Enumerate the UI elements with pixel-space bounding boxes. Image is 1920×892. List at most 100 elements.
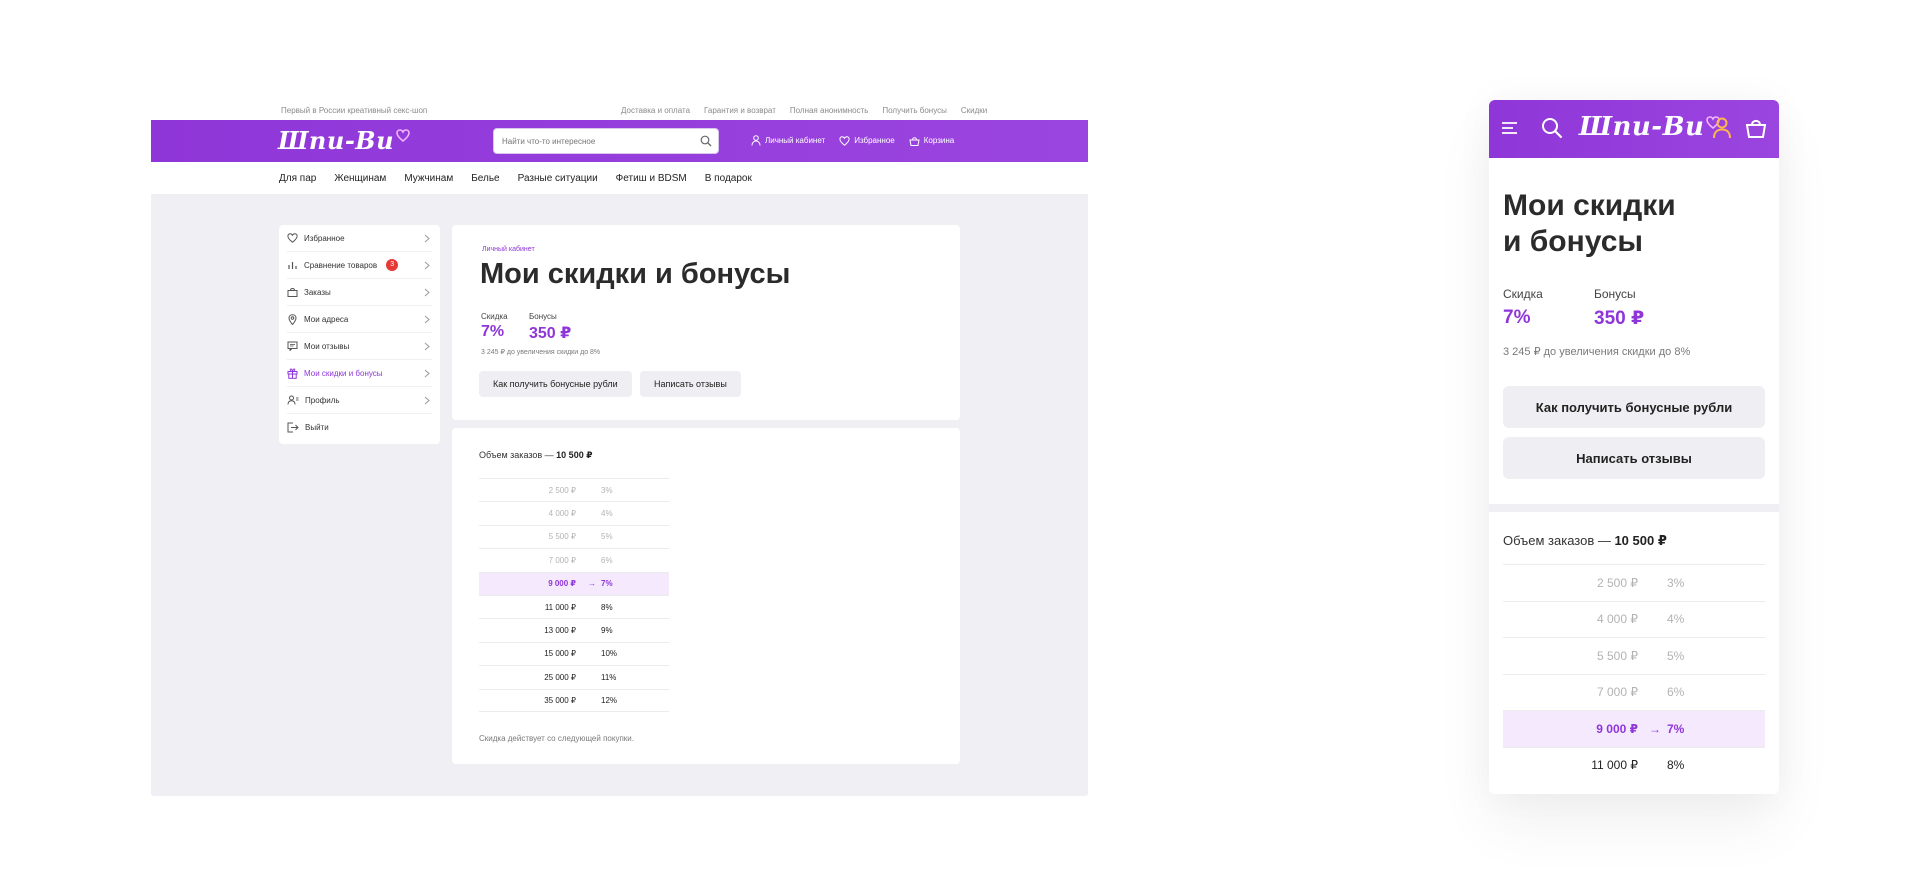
- tier-amount: 25 000 ₽: [544, 672, 576, 682]
- account-link[interactable]: Личный кабинет: [751, 135, 825, 146]
- tier-amount: 5 500 ₽: [548, 532, 576, 542]
- toplink-delivery[interactable]: Доставка и оплата: [621, 106, 690, 115]
- tier-amount: 35 000 ₽: [544, 695, 576, 705]
- sidebar-item-compare[interactable]: Сравнение товаров 3: [287, 252, 432, 279]
- nav-item-fetish[interactable]: Фетиш и BDSM: [616, 173, 687, 184]
- write-reviews-button[interactable]: Написать отзывы: [640, 371, 741, 397]
- order-volume-value: 10 500 ₽: [1614, 533, 1667, 548]
- chevron-right-icon: [424, 288, 430, 297]
- discount-stat: Скидка 7%: [481, 312, 508, 341]
- bonus-value: 350 ₽: [1594, 308, 1645, 329]
- current-tier-arrow-icon: →: [588, 579, 596, 589]
- tier-percent: 7%: [1667, 721, 1685, 736]
- logo[interactable]: Шпи-Ви: [1579, 112, 1721, 142]
- favorites-link[interactable]: Избранное: [839, 135, 895, 146]
- account-sidebar: Избранное Сравнение товаров 3 Заказы Мои…: [279, 225, 440, 444]
- header-links: Личный кабинет Избранное Корзина: [751, 135, 954, 146]
- tier-row: 11 000 ₽ 8%: [1503, 746, 1765, 784]
- menu-icon[interactable]: [1501, 120, 1519, 136]
- cart-icon: [909, 136, 920, 146]
- tier-percent: 5%: [1667, 648, 1685, 663]
- search-icon[interactable]: [700, 135, 712, 147]
- bag-icon: [287, 287, 298, 297]
- sidebar-item-profile[interactable]: Профиль: [287, 387, 432, 414]
- sidebar-item-addresses[interactable]: Мои адреса: [287, 306, 432, 333]
- nav-item-gifts[interactable]: В подарок: [705, 173, 752, 184]
- desktop-mockup: Первый в России креативный секс-шоп Дост…: [151, 100, 1088, 796]
- toplink-guarantee[interactable]: Гарантия и возврат: [704, 106, 776, 115]
- chevron-right-icon: [424, 261, 430, 270]
- sidebar-item-discounts[interactable]: Мои скидки и бонусы: [287, 360, 432, 387]
- how-to-get-bonuses-button[interactable]: Как получить бонусные рубли: [1503, 386, 1765, 428]
- next-discount-hint: 3 245 ₽ до увеличения скидки до 8%: [1503, 346, 1691, 358]
- discount-label: Скидка: [1503, 287, 1543, 301]
- tier-percent: 12%: [601, 695, 618, 705]
- sidebar-item-label: Мои скидки и бонусы: [304, 368, 383, 378]
- top-info-bar: Первый в России креативный секс-шоп Дост…: [151, 100, 1088, 120]
- discount-tiers-card: Объем заказов — 10 500 ₽ 2 500 ₽ 3% 4 000 …: [452, 428, 960, 764]
- logo[interactable]: Шпи-Ви: [278, 126, 410, 155]
- cart-link[interactable]: Корзина: [909, 135, 954, 146]
- location-icon: [288, 313, 297, 325]
- sidebar-item-favorites[interactable]: Избранное: [287, 225, 432, 252]
- order-volume-value: 10 500 ₽: [556, 450, 593, 460]
- user-icon: [751, 135, 761, 146]
- sidebar-item-reviews[interactable]: Мои отзывы: [287, 333, 432, 360]
- store-tagline: Первый в России креативный секс-шоп: [281, 106, 428, 115]
- nav-item-men[interactable]: Мужчинам: [404, 173, 453, 184]
- write-reviews-button[interactable]: Написать отзывы: [1503, 437, 1765, 479]
- section-divider: [1489, 504, 1779, 512]
- tier-percent: 3%: [1667, 575, 1685, 590]
- page-title: Мои скидки и бонусы: [480, 258, 791, 290]
- user-icon[interactable]: [1712, 117, 1732, 139]
- favorites-link-label: Избранное: [854, 136, 895, 145]
- compare-count-badge: 3: [386, 259, 399, 271]
- tier-amount: 2 500 ₽: [548, 485, 576, 495]
- breadcrumb[interactable]: Личный кабинет: [482, 246, 535, 253]
- tier-amount: 7 000 ₽: [548, 555, 576, 565]
- profile-icon: [287, 395, 299, 405]
- search-input[interactable]: [494, 129, 694, 153]
- sidebar-item-logout[interactable]: Выйти: [287, 414, 432, 441]
- tier-percent: 7%: [601, 579, 613, 589]
- order-volume-label: Объем заказов —: [479, 450, 557, 460]
- bonus-stat: Бонусы 350 ₽: [529, 312, 571, 343]
- toplink-discounts[interactable]: Скидки: [961, 106, 987, 115]
- tier-percent: 4%: [601, 509, 613, 519]
- tier-row: 5 500 ₽ 5%: [1503, 637, 1765, 674]
- nav-item-women[interactable]: Женщинам: [334, 173, 386, 184]
- logout-icon: [287, 422, 299, 433]
- nav-item-couples[interactable]: Для пар: [279, 173, 316, 184]
- tier-row: 25 000 ₽ 11%: [479, 665, 669, 688]
- cart-icon[interactable]: [1745, 117, 1767, 139]
- search-icon[interactable]: [1541, 117, 1563, 139]
- discount-value: 7%: [481, 323, 505, 340]
- tier-row: 4 000 ₽ 4%: [479, 501, 669, 524]
- nav-item-situations[interactable]: Разные ситуации: [518, 173, 598, 184]
- tier-amount: 9 000 ₽: [1596, 721, 1638, 736]
- tier-amount: 9 000 ₽: [548, 579, 576, 589]
- account-link-label: Личный кабинет: [765, 136, 826, 145]
- discount-label: Скидка: [481, 312, 508, 321]
- tier-percent: 9%: [601, 626, 613, 636]
- toplink-get-bonuses[interactable]: Получить бонусы: [882, 106, 947, 115]
- logo-text: Шпи-Ви: [1579, 112, 1705, 142]
- tier-row: 2 500 ₽ 3%: [479, 478, 669, 501]
- mobile-header: Шпи-Ви: [1489, 100, 1779, 158]
- nav-item-lingerie[interactable]: Белье: [471, 173, 499, 184]
- page-title-line-2: и бонусы: [1503, 225, 1643, 258]
- toplink-anonymity[interactable]: Полная анонимность: [790, 106, 869, 115]
- tier-amount: 2 500 ₽: [1597, 575, 1638, 590]
- mobile-mockup: Шпи-Ви Мои скидки и бонусы Скидка 7% Бон…: [1489, 100, 1779, 794]
- chevron-right-icon: [424, 342, 430, 351]
- how-to-get-bonuses-button[interactable]: Как получить бонусные рубли: [479, 371, 632, 397]
- order-volume: Объем заказов — 10 500 ₽: [1503, 533, 1667, 549]
- order-volume: Объем заказов — 10 500 ₽: [479, 450, 592, 461]
- tier-percent: 10%: [601, 649, 618, 659]
- heart-icon: [839, 135, 850, 146]
- top-links: Доставка и оплата Гарантия и возврат Пол…: [621, 106, 987, 115]
- chevron-right-icon: [424, 315, 430, 324]
- page-title: Мои скидки и бонусы: [1503, 188, 1743, 260]
- sidebar-item-orders[interactable]: Заказы: [287, 279, 432, 306]
- gift-icon: [287, 368, 298, 379]
